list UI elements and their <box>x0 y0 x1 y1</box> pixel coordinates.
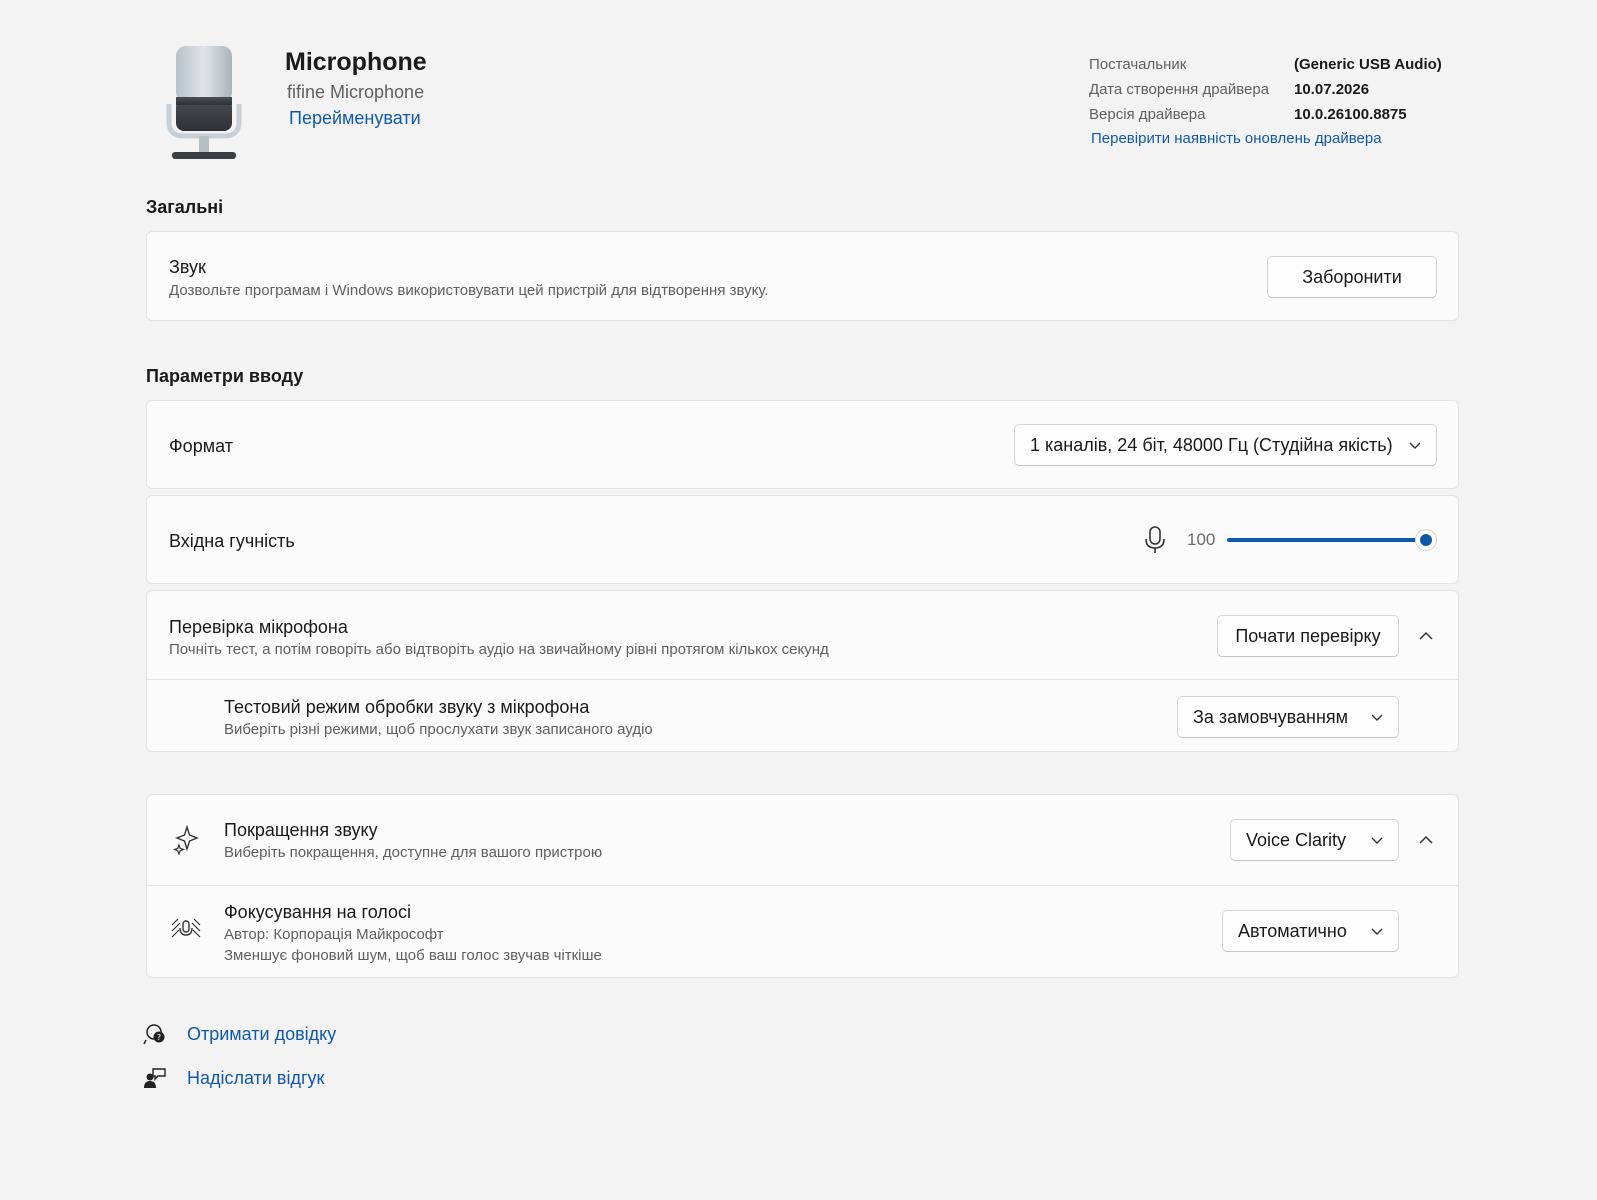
volume-value: 100 <box>1187 530 1216 549</box>
svg-text:?: ? <box>157 1033 161 1042</box>
audio-card: Звук Дозвольте програмам і Windows викор… <box>146 231 1459 321</box>
disable-button[interactable]: Заборонити <box>1267 256 1437 298</box>
microphone-icon[interactable] <box>1143 526 1167 554</box>
format-label: Формат <box>169 436 233 456</box>
test-mode-desc: Виберіть різні режими, щоб прослухати зв… <box>224 721 653 738</box>
feedback-icon <box>144 1068 166 1088</box>
help-icon: ? <box>143 1024 165 1045</box>
voice-focus-author: Автор: Корпорація Майкрософт <box>224 926 444 943</box>
driver-info: Постачальник (Generic USB Audio) Дата ст… <box>1089 52 1509 147</box>
mic-test-title: Перевірка мікрофона <box>169 617 348 637</box>
send-feedback-link[interactable]: Надіслати відгук <box>187 1068 324 1089</box>
volume-slider[interactable] <box>1227 526 1437 554</box>
chevron-up-icon[interactable] <box>1417 627 1435 645</box>
driver-row-vendor: Постачальник (Generic USB Audio) <box>1089 52 1509 77</box>
voice-focus-dropdown[interactable]: Автоматично <box>1222 910 1399 952</box>
format-dropdown[interactable]: 1 каналів, 24 біт, 48000 Гц (Студійна як… <box>1014 424 1437 466</box>
get-help-link[interactable]: Отримати довідку <box>187 1024 336 1045</box>
test-mode-title: Тестовий режим обробки звуку з мікрофона <box>224 697 590 717</box>
driver-version-value: 10.0.26100.8875 <box>1294 106 1407 123</box>
check-driver-updates-link[interactable]: Перевірити наявність оновлень драйвера <box>1089 130 1509 147</box>
chevron-up-icon[interactable] <box>1417 831 1435 849</box>
driver-version-label: Версія драйвера <box>1089 106 1206 123</box>
voice-focus-icon <box>171 918 201 938</box>
voice-focus-title: Фокусування на голосі <box>224 902 412 922</box>
volume-slider-fill <box>1227 538 1426 542</box>
chevron-down-icon <box>1371 928 1383 935</box>
driver-date-label: Дата створення драйвера <box>1089 81 1270 98</box>
driver-row-date: Дата створення драйвера 10.07.2026 <box>1089 77 1509 102</box>
chevron-down-icon <box>1371 714 1383 721</box>
audio-desc: Дозвольте програмам і Windows використов… <box>169 282 769 299</box>
microphone-device-image <box>166 44 242 164</box>
driver-date-value: 10.07.2026 <box>1294 81 1370 98</box>
device-subtitle: fifine Microphone <box>287 82 425 102</box>
test-mode-dropdown[interactable]: За замовчуванням <box>1177 696 1399 738</box>
rename-link[interactable]: Перейменувати <box>289 108 421 129</box>
enhancements-value: Voice Clarity <box>1246 829 1347 850</box>
enhancements-title: Покращення звуку <box>224 820 378 840</box>
section-title-general: Загальні <box>146 197 224 217</box>
voice-focus-value: Автоматично <box>1238 920 1347 941</box>
format-value: 1 каналів, 24 біт, 48000 Гц (Студійна як… <box>1030 434 1393 455</box>
device-name: Microphone <box>285 48 427 76</box>
divider <box>147 679 1458 680</box>
driver-row-version: Версія драйвера 10.0.26100.8875 <box>1089 102 1509 127</box>
voice-focus-desc: Зменшує фоновий шум, щоб ваш голос звуча… <box>224 947 602 964</box>
test-mode-value: За замовчуванням <box>1193 706 1349 727</box>
volume-label: Вхідна гучність <box>169 531 295 551</box>
enhancements-card: Покращення звуку Виберіть покращення, до… <box>146 794 1459 978</box>
driver-vendor-label: Постачальник <box>1089 56 1187 73</box>
enhancements-dropdown[interactable]: Voice Clarity <box>1230 819 1399 861</box>
get-help-item[interactable]: ? Отримати довідку <box>143 1022 336 1046</box>
section-title-input: Параметри вводу <box>146 366 304 386</box>
format-card: Формат 1 каналів, 24 біт, 48000 Гц (Студ… <box>146 400 1459 489</box>
chevron-down-icon <box>1409 442 1421 449</box>
send-feedback-item[interactable]: Надіслати відгук <box>143 1066 324 1090</box>
mic-test-card: Перевірка мікрофона Почніть тест, а поті… <box>146 590 1459 752</box>
chevron-down-icon <box>1371 837 1383 844</box>
driver-vendor-value: (Generic USB Audio) <box>1294 56 1442 73</box>
enhancements-desc: Виберіть покращення, доступне для вашого… <box>224 844 603 861</box>
divider <box>147 885 1458 886</box>
start-test-button[interactable]: Почати перевірку <box>1217 615 1399 657</box>
volume-slider-thumb[interactable] <box>1415 529 1437 551</box>
mic-test-desc: Почніть тест, а потім говоріть або відтв… <box>169 641 829 658</box>
volume-card: Вхідна гучність 100 <box>146 495 1459 584</box>
sparkle-icon <box>173 825 199 855</box>
audio-title: Звук <box>169 257 206 277</box>
